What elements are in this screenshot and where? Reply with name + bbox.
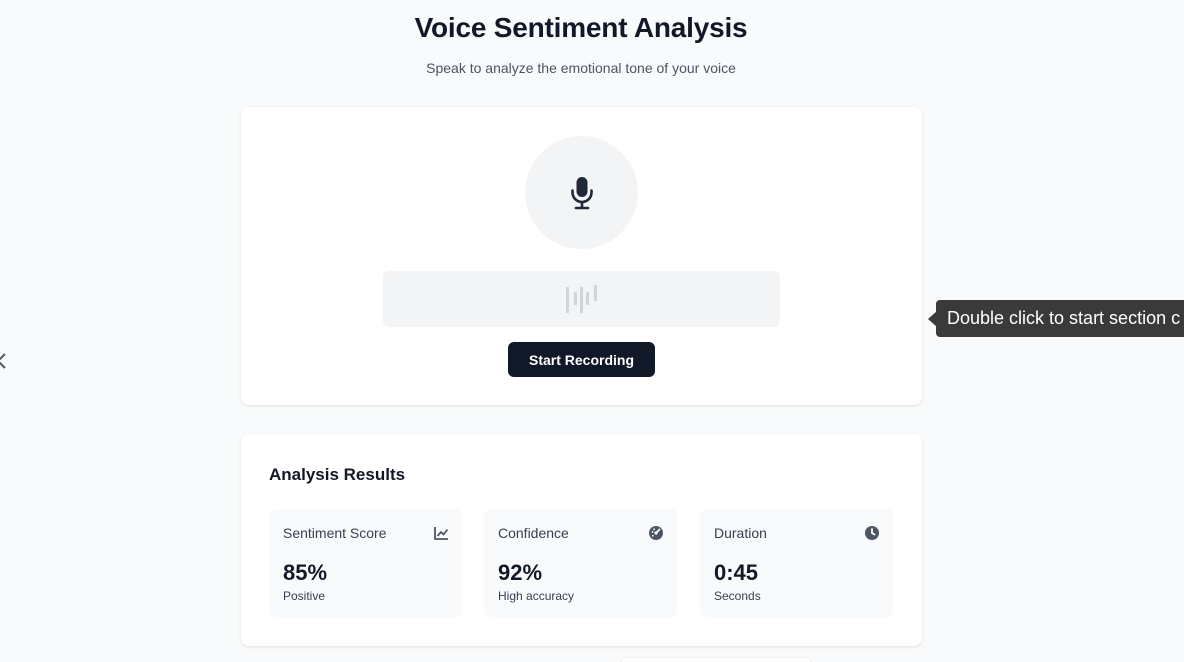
stat-caption: High accuracy bbox=[498, 589, 575, 603]
page-subtitle: Speak to analyze the emotional tone of y… bbox=[426, 60, 736, 76]
stat-caption: Positive bbox=[283, 589, 326, 603]
waveform-display bbox=[383, 271, 780, 327]
stat-value: 92% bbox=[498, 560, 543, 585]
start-recording-button[interactable]: Start Recording bbox=[508, 342, 655, 377]
results-card: Analysis Results Sentiment Score 85% Pos… bbox=[241, 434, 922, 646]
stat-label: Sentiment Score bbox=[283, 525, 387, 541]
sentiment-score-card: Sentiment Score 85% Positive bbox=[269, 509, 462, 617]
chart-line-icon bbox=[434, 527, 449, 540]
confidence-card: Confidence 92% High accuracy bbox=[484, 509, 677, 617]
microphone-icon bbox=[570, 176, 593, 209]
tooltip: Double click to start section c bbox=[936, 300, 1184, 337]
duration-card: Duration 0:45 Seconds bbox=[700, 509, 893, 617]
stat-caption: Seconds bbox=[714, 589, 761, 603]
page-title: Voice Sentiment Analysis bbox=[414, 12, 748, 43]
chevron-left-icon[interactable] bbox=[0, 350, 10, 372]
gauge-icon bbox=[649, 526, 663, 540]
stat-value: 0:45 bbox=[714, 560, 759, 585]
results-title: Analysis Results bbox=[269, 465, 406, 484]
stat-label: Confidence bbox=[498, 525, 569, 541]
recorder-card: Start Recording bbox=[241, 107, 922, 405]
microphone-button[interactable] bbox=[525, 136, 638, 249]
stat-value: 85% bbox=[283, 560, 328, 585]
stat-label: Duration bbox=[714, 525, 767, 541]
clock-icon bbox=[865, 526, 879, 540]
next-card-edge bbox=[622, 658, 810, 662]
waveform-icon bbox=[565, 285, 597, 313]
